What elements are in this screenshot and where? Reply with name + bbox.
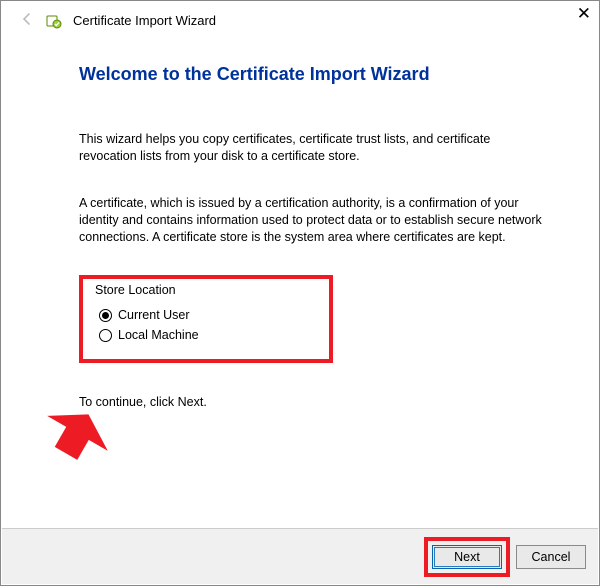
window-title: Certificate Import Wizard xyxy=(73,13,216,28)
radio-icon xyxy=(99,309,112,322)
close-button[interactable]: ✕ xyxy=(577,5,591,22)
intro-paragraph-1: This wizard helps you copy certificates,… xyxy=(79,131,549,165)
wizard-header: Certificate Import Wizard xyxy=(1,1,599,38)
radio-icon xyxy=(99,329,112,342)
certificate-wizard-icon xyxy=(45,12,63,30)
back-arrow-icon xyxy=(19,11,35,30)
radio-label: Current User xyxy=(118,308,190,322)
page-heading: Welcome to the Certificate Import Wizard xyxy=(79,64,559,85)
radio-label: Local Machine xyxy=(118,328,199,342)
continue-hint: To continue, click Next. xyxy=(79,395,559,409)
store-location-group: Store Location Current User Local Machin… xyxy=(79,275,333,363)
intro-paragraph-2: A certificate, which is issued by a cert… xyxy=(79,195,549,246)
wizard-body: Welcome to the Certificate Import Wizard… xyxy=(1,38,599,419)
radio-current-user[interactable]: Current User xyxy=(95,305,317,325)
store-location-legend: Store Location xyxy=(95,283,317,297)
radio-local-machine[interactable]: Local Machine xyxy=(95,325,317,345)
next-button[interactable]: Next xyxy=(432,545,502,569)
annotation-highlight-next: Next xyxy=(424,537,510,577)
wizard-footer: Next Cancel xyxy=(2,528,598,584)
cancel-button[interactable]: Cancel xyxy=(516,545,586,569)
